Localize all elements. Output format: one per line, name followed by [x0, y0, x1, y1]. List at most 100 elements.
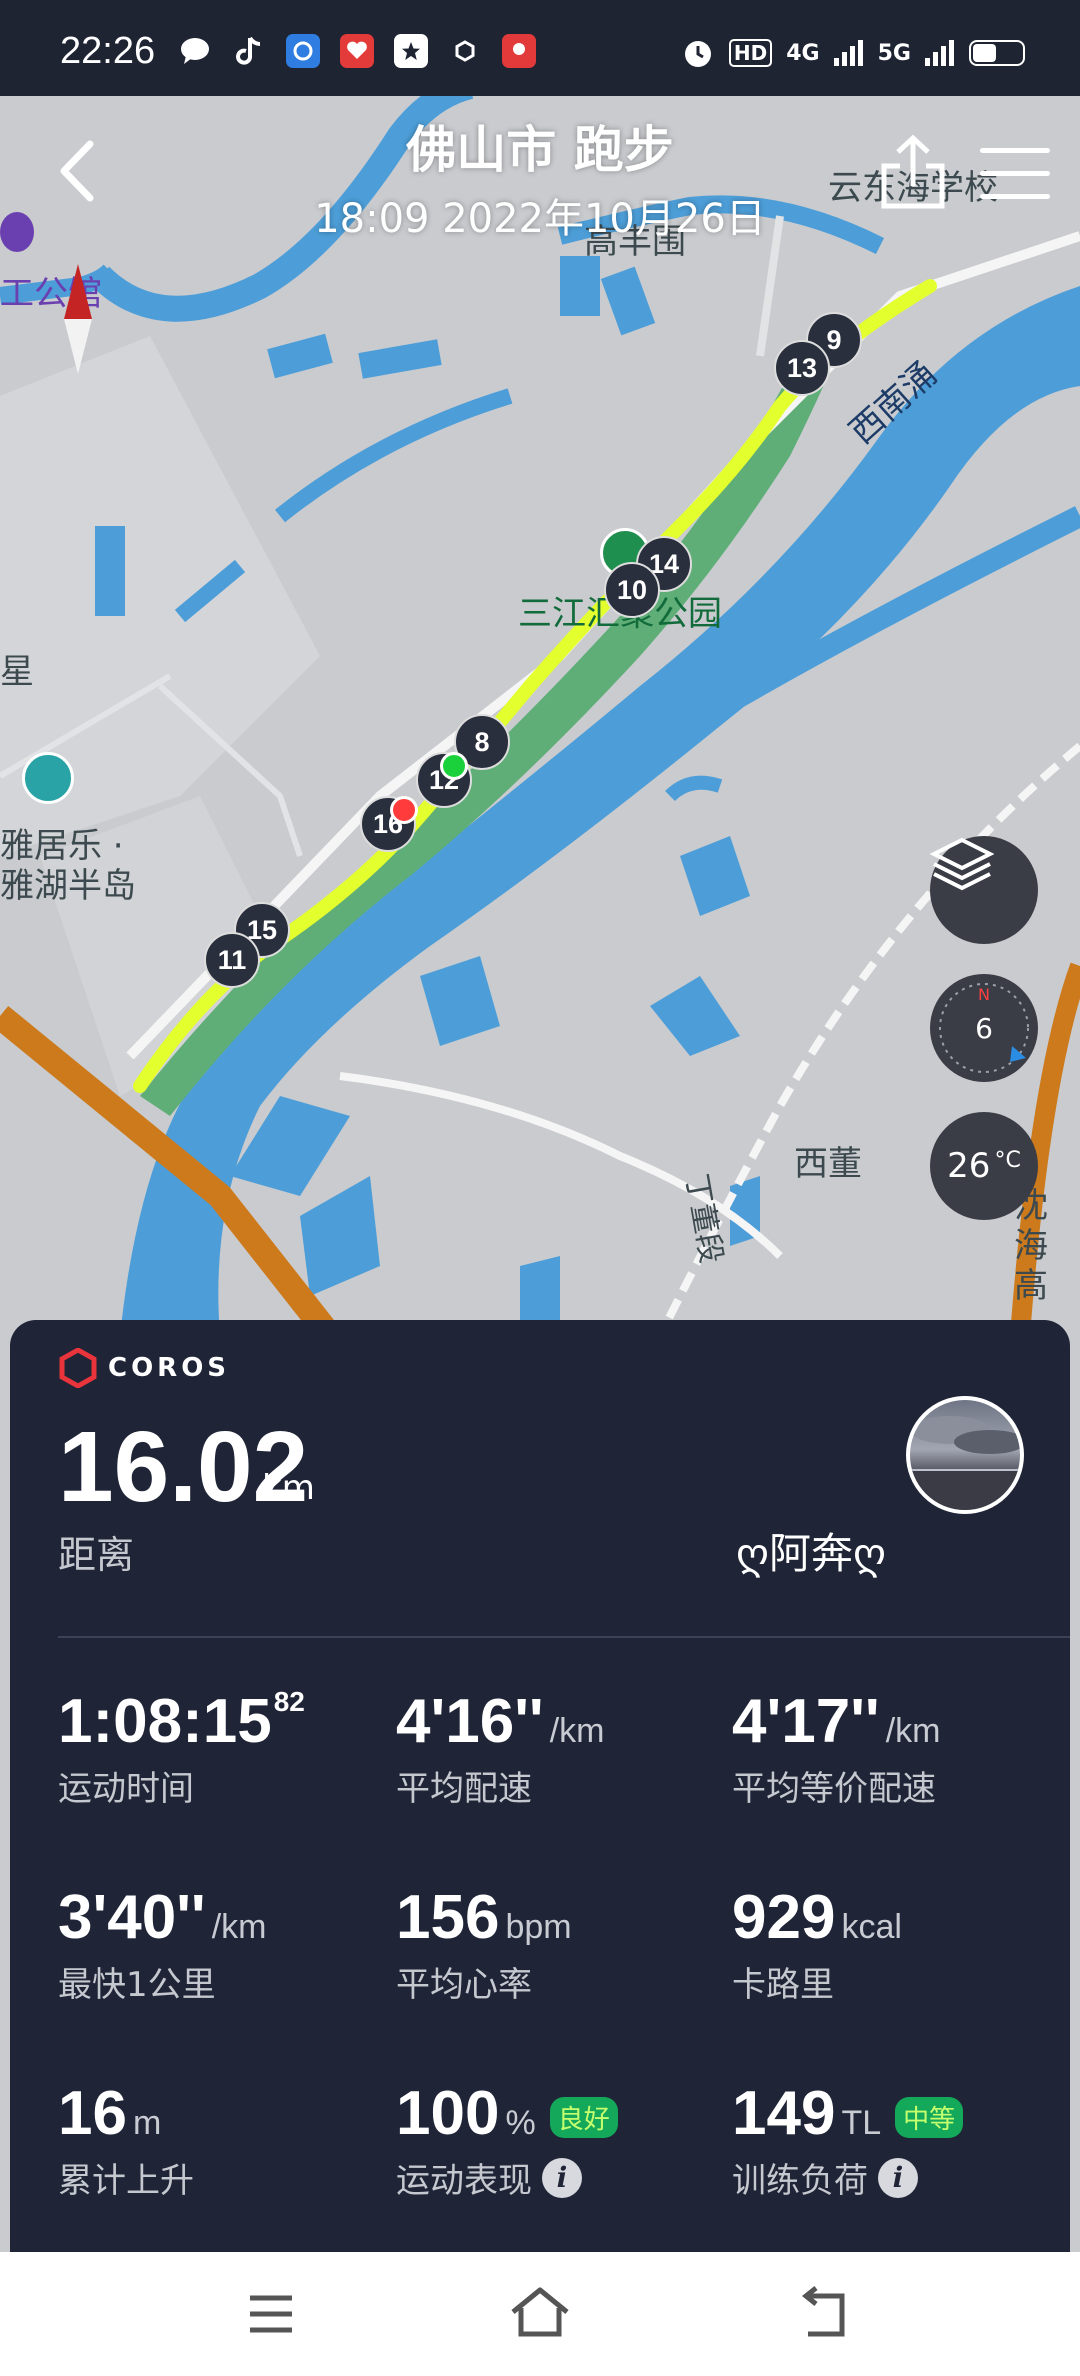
status-time: 22:26 — [60, 30, 156, 72]
stat-unit: /km — [549, 1712, 605, 1750]
share-button[interactable] — [878, 132, 948, 212]
map-label-estate2: 雅湖半岛 — [0, 866, 136, 906]
stat-label: 卡路里 — [732, 1965, 834, 2005]
notification-icons — [178, 34, 536, 68]
stat-label: 最快1公里 — [58, 1965, 216, 2005]
distance-unit: km — [262, 1468, 315, 1508]
stat-fastest-km: 3'40''/km 最快1公里 — [58, 1882, 266, 2006]
back-button[interactable] — [50, 136, 110, 206]
app-icon-map — [502, 34, 536, 68]
map-layers-button[interactable] — [930, 836, 1038, 944]
north-arrow-icon — [64, 264, 92, 374]
stat-unit: % — [505, 2104, 536, 2142]
map-label-village: 西董 — [794, 1144, 862, 1184]
alarm-icon — [684, 41, 711, 67]
share-icon — [881, 134, 945, 209]
username: ღ阿奔ღ — [736, 1529, 887, 1578]
network-5g: 5G — [877, 40, 911, 66]
menu-button[interactable] — [980, 148, 1050, 204]
start-point — [440, 752, 468, 780]
stat-label: 训练负荷 — [732, 2161, 868, 2201]
stat-unit: /km — [885, 1712, 941, 1750]
battery-fill — [973, 44, 997, 62]
chevron-left-icon — [60, 140, 94, 202]
stat-label: 累计上升 — [58, 2161, 194, 2201]
stat-label: 平均配速 — [396, 1769, 532, 1809]
stat-value: 3'40'' — [58, 1883, 206, 1952]
stat-unit: bpm — [505, 1908, 572, 1946]
recent-apps-button[interactable] — [236, 2282, 306, 2346]
stat-unit: m — [132, 2104, 162, 2142]
stat-label: 运动表现 — [396, 2161, 532, 2201]
system-nav-bar — [0, 2252, 1080, 2376]
end-point — [390, 796, 418, 824]
avatar[interactable] — [906, 1396, 1024, 1514]
hexagon-icon — [448, 34, 482, 68]
menu-line — [980, 194, 1050, 199]
map-canvas — [0, 96, 1080, 1336]
divider — [58, 1636, 1070, 1638]
home-button[interactable] — [505, 2282, 575, 2346]
stat-elevation-gain: 16 m 累计上升 — [58, 2078, 194, 2202]
app-icon-blue — [286, 34, 320, 68]
stat-value-fraction: 82 — [273, 1686, 305, 1717]
km-marker[interactable]: 11 — [204, 932, 260, 988]
distance-label: 距离 — [58, 1533, 135, 1577]
poi-icon-building — [22, 752, 74, 804]
stat-value: 1:08:15 — [58, 1687, 272, 1756]
status-badge: 良好 — [549, 2097, 618, 2139]
menu-line — [980, 148, 1050, 153]
app-icon-red — [340, 34, 374, 68]
stat-calories: 929 kcal 卡路里 — [732, 1882, 902, 2006]
stat-label: 平均心率 — [396, 1965, 532, 2005]
home-icon — [511, 2287, 569, 2337]
km-marker[interactable]: 13 — [774, 340, 830, 396]
music-note-icon — [232, 34, 266, 68]
star-app-icon — [394, 34, 428, 68]
chat-icon — [178, 34, 212, 68]
stat-value: 4'16'' — [396, 1687, 544, 1756]
status-badge: 中等 — [895, 2097, 964, 2139]
status-bar: 22:26 HD 4G 5G — [0, 0, 1080, 96]
stat-unit: kcal — [841, 1908, 902, 1946]
route-map[interactable]: 云东海学校 高丰围 工公馆 西南涌 三江汇聚公园 星 雅居乐 · 雅湖半岛 西董… — [0, 96, 1080, 1336]
temperature-unit: °C — [994, 1147, 1021, 1173]
signal-icon-2 — [925, 40, 954, 66]
stat-value: 100 — [396, 2079, 500, 2148]
stat-training-load: 149 TL 中等 训练负荷 i — [732, 2078, 964, 2202]
stat-value: 929 — [732, 1883, 836, 1952]
status-indicators: HD 4G 5G — [681, 36, 1025, 70]
stat-value: 156 — [396, 1883, 500, 1952]
wind-value: 6 — [975, 1011, 993, 1045]
stat-performance: 100% 良好 运动表现 i — [396, 2078, 618, 2202]
signal-icon-1 — [833, 40, 863, 66]
temperature-value: 26 — [947, 1146, 991, 1186]
stat-label: 运动时间 — [58, 1769, 194, 1809]
stat-avg-pace: 4'16''/km 平均配速 — [396, 1686, 604, 1810]
avatar-image — [910, 1416, 1020, 1510]
info-icon[interactable]: i — [878, 2157, 918, 2198]
network-4g: 4G — [786, 40, 820, 66]
stat-duration: 1:08:1582 运动时间 — [58, 1686, 305, 1810]
brand: COROS — [58, 1348, 230, 1388]
stat-equiv-pace: 4'17''/km 平均等价配速 — [732, 1686, 940, 1810]
stat-unit: TL — [841, 2104, 882, 2142]
stat-unit: /km — [211, 1908, 267, 1946]
stat-value: 149 — [732, 2079, 836, 2148]
temperature-badge: 26 °C — [930, 1112, 1038, 1220]
layers-icon — [930, 837, 994, 891]
svg-text:N: N — [978, 985, 990, 1004]
stat-value: 16 — [58, 2079, 127, 2148]
hd-indicator: HD — [728, 39, 773, 67]
info-icon[interactable]: i — [542, 2157, 582, 2198]
km-marker[interactable]: 10 — [604, 562, 660, 618]
activity-summary-panel: COROS 16.02 km 距离 ღ阿奔ღ 1:08:1582 运动时间 4'… — [10, 1320, 1070, 2252]
back-nav-button[interactable] — [790, 2282, 860, 2346]
map-label-left: 星 — [0, 652, 34, 692]
stat-heart-rate: 156 bpm 平均心率 — [396, 1882, 572, 2006]
menu-icon — [250, 2295, 292, 2333]
coros-logo-icon — [59, 1348, 97, 1388]
stat-value: 4'17'' — [732, 1687, 880, 1756]
wind-compass-button[interactable]: N 6 — [930, 974, 1038, 1082]
stat-label: 平均等价配速 — [732, 1769, 936, 1809]
